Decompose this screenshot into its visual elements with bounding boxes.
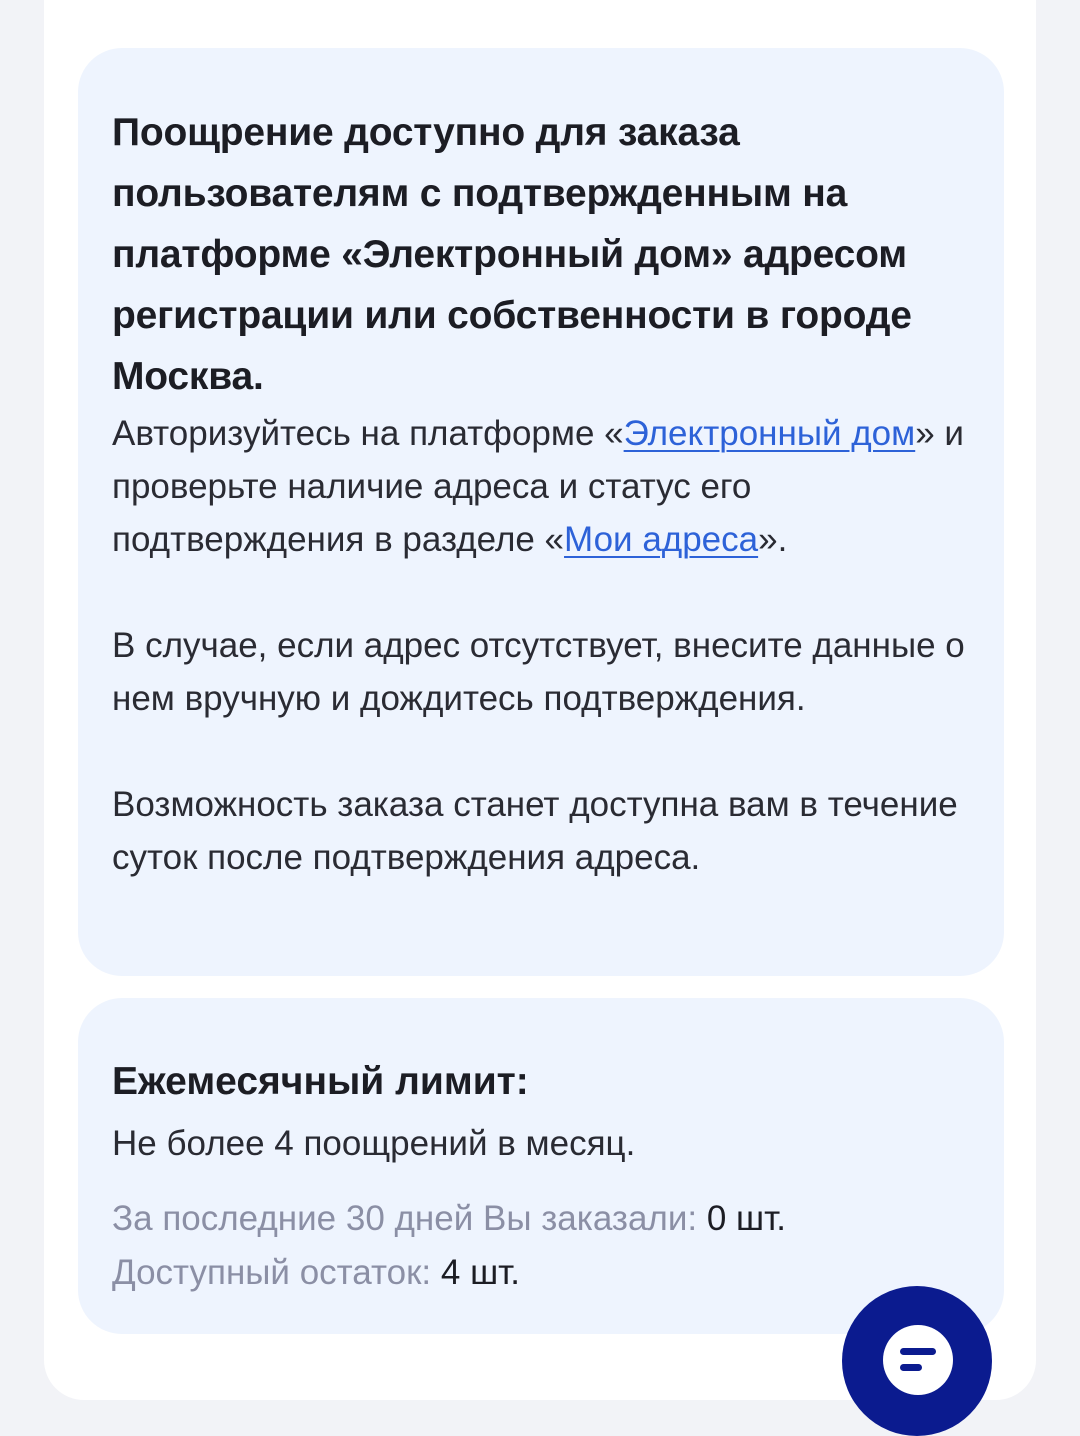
ordered-label: За последние 30 дней Вы заказали: — [112, 1199, 698, 1238]
missing-address-text: В случае, если адрес отсутствует, внесит… — [112, 626, 965, 718]
ordered-value: 0 шт. — [706, 1199, 786, 1238]
info-heading: Поощрение доступно для заказа пользовате… — [112, 111, 912, 398]
limit-stats: За последние 30 дней Вы заказали: 0 шт. … — [112, 1192, 970, 1300]
remaining-label: Доступный остаток: — [112, 1253, 432, 1292]
my-addresses-link[interactable]: Мои адреса — [564, 520, 758, 559]
limit-card: Ежемесячный лимит: Не более 4 поощрений … — [78, 998, 1004, 1334]
menu-line-bottom — [900, 1364, 922, 1371]
floating-action-button[interactable] — [842, 1286, 992, 1436]
electronic-home-link[interactable]: Электронный дом — [624, 414, 916, 453]
remaining-value: 4 шт. — [440, 1253, 521, 1292]
menu-line-top — [900, 1348, 936, 1355]
ordered-stat: За последние 30 дней Вы заказали: 0 шт. — [112, 1192, 970, 1246]
availability-text: Возможность заказа станет доступна вам в… — [112, 785, 958, 877]
auth-prefix: Авторизуйтесь на платформе « — [112, 414, 624, 453]
info-card: Поощрение доступно для заказа пользовате… — [78, 48, 1004, 976]
auth-suffix: ». — [758, 520, 788, 559]
menu-lines-icon — [883, 1325, 953, 1395]
limit-description: Не более 4 поощрений в месяц. — [112, 1124, 636, 1163]
auth-instructions: Авторизуйтесь на платформе «Электронный … — [112, 407, 970, 566]
remaining-stat: Доступный остаток: 4 шт. — [112, 1246, 970, 1300]
limit-title: Ежемесячный лимит: — [112, 1060, 529, 1103]
